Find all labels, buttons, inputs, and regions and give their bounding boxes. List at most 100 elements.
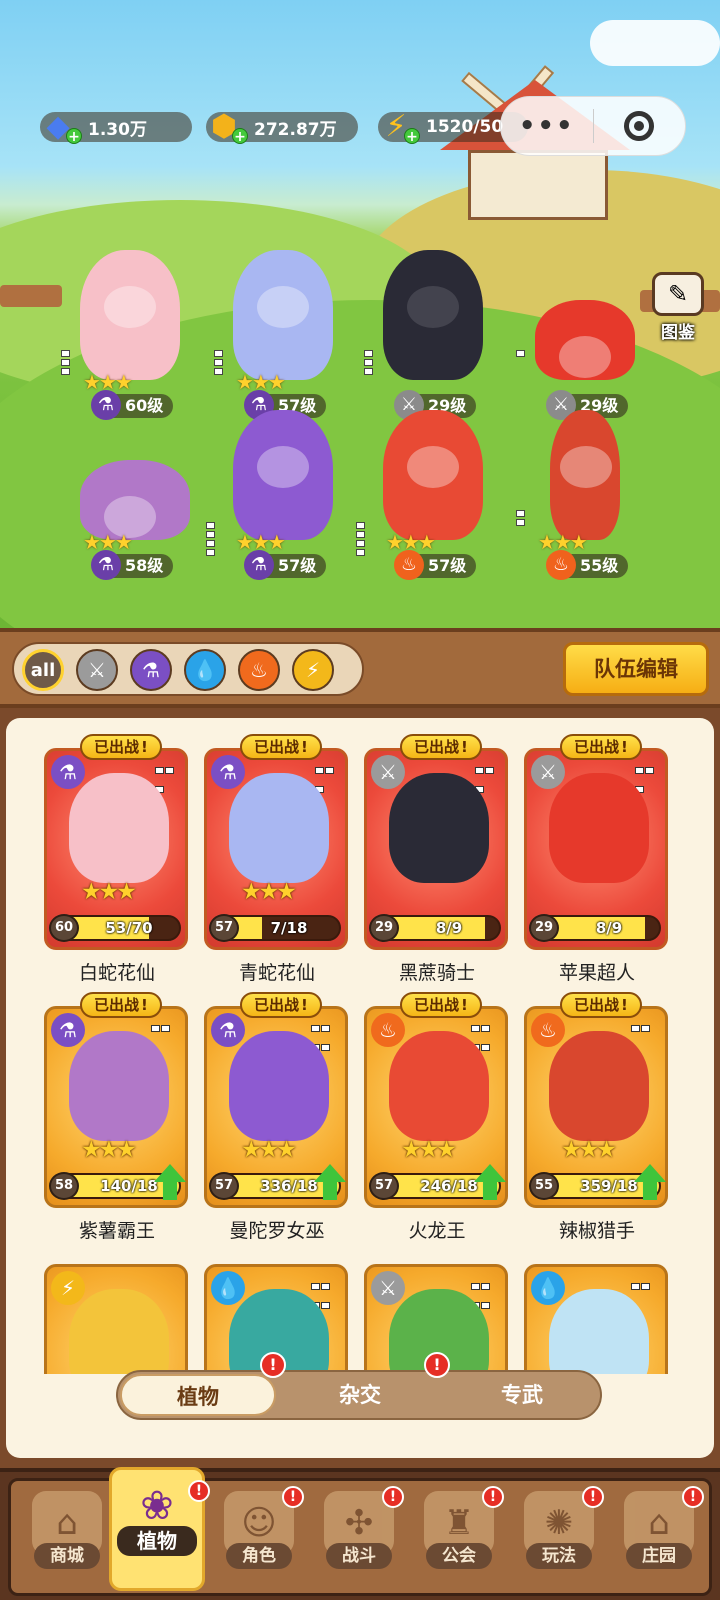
poison-flask-icon: ⚗ [91,550,121,580]
hero-level: ⚗ 58级 [91,550,174,580]
tab-hybrid[interactable]: 杂交 [282,1374,438,1416]
filter-sword-icon[interactable]: ⚔ [76,649,118,691]
gold-counter[interactable]: ⬢ + 272.87万 [206,109,358,145]
card-stars: ★★★ [81,879,137,905]
hero-apple-superman [535,300,635,380]
deployed-badge: 已出战 [560,992,642,1018]
add-gold-icon[interactable]: + [232,128,248,145]
alert-icon: ! [188,1480,210,1502]
deployed-badge: 已出战 [80,992,162,1018]
nav-label: 战斗 [326,1543,392,1569]
card-panel-inner: 已出战 ⚗ ★★★ 60 53/70 白蛇花仙 已出战 ⚗ ★★★ 57 7/1… [6,718,714,1458]
card-name: 青蛇花仙 [238,962,315,984]
plant-portrait [69,1031,169,1141]
tab-plants[interactable]: 植物 [120,1374,276,1416]
plant-card[interactable]: 💧 [524,1264,668,1374]
hero-chili-hunter [550,410,620,540]
card-panel: 已出战 ⚗ ★★★ 60 53/70 白蛇花仙 已出战 ⚗ ★★★ 57 7/1… [0,708,720,1468]
team-hero[interactable]: ⚔ 29级 [364,250,498,420]
book-icon: ✎ [652,272,704,316]
card-level: 57 [209,1172,239,1200]
card-name: 黑蔗骑士 [398,962,475,984]
nav-shop[interactable]: ⌂ 商城 [19,1487,115,1587]
plant-card-grid[interactable]: 已出战 ⚗ ★★★ 60 53/70 白蛇花仙 已出战 ⚗ ★★★ 57 7/1… [6,734,714,1374]
fence [0,285,62,307]
hero-purple-potato [80,460,190,540]
add-gems-icon[interactable]: + [66,128,82,145]
bottom-nav: ⌂ 商城 ❀ 植物 ☺ 角色 ✣ 战斗 ♜ 公会 ✺ 玩法 ⌂ 庄园 [0,1467,720,1600]
lightning-icon: ⚡ [51,1271,85,1305]
water-drop-icon: 💧 [531,1271,565,1305]
filter-bar: all ⚔ ⚗ 💧 ♨ ⚡ 队伍编辑 [0,628,720,708]
filter-water-icon[interactable]: 💧 [184,649,226,691]
plant-card[interactable]: ⚗ ★★★ 60 53/70 [44,748,188,950]
plant-portrait [69,773,169,883]
position-marker [61,350,71,380]
team-hero[interactable]: ★★★ ⚗ 58级 [65,410,195,580]
hero-black-knight [383,250,483,380]
deployed-badge: 已出战 [560,734,642,760]
plant-portrait [229,773,329,883]
card-stars: ★★★ [401,1137,457,1163]
card-stars: ★★★ [81,1137,137,1163]
alert-icon: ! [482,1486,504,1508]
plant-card[interactable]: ⚡ [44,1264,188,1374]
energy-value: 1520/50 [426,117,504,137]
plant-portrait [389,773,489,883]
plant-portrait [69,1289,169,1374]
fire-icon: ♨ [531,1013,565,1047]
card-name: 曼陀罗女巫 [229,1220,325,1242]
hero-level: ♨ 57级 [394,550,477,580]
alert-icon: ! [682,1486,704,1508]
add-energy-icon[interactable]: + [404,128,420,145]
fire-icon: ♨ [371,1013,405,1047]
team-hero[interactable]: ★★★ ♨ 55级 [516,410,650,580]
gold-value: 272.87万 [254,119,337,140]
target-icon [624,111,655,141]
filter-lightning-icon[interactable]: ⚡ [292,649,334,691]
card-level: 60 [49,914,79,942]
card-name: 苹果超人 [558,962,635,984]
deployed-badge: 已出战 [240,734,322,760]
filter-poison-icon[interactable]: ⚗ [130,649,172,691]
poison-flask-icon: ⚗ [211,755,245,789]
nav-label: 玩法 [526,1543,592,1569]
alert-icon: ! [282,1486,304,1508]
plant-card[interactable]: ⚗ ★★★ 57 7/18 [204,748,348,950]
hero-fire-dragon-king [383,410,483,540]
sword-icon: ⚔ [371,755,405,789]
poison-flask-icon: ⚗ [244,550,274,580]
card-name: 火龙王 [408,1220,466,1242]
hero-datura-witch [233,410,333,540]
plant-card[interactable]: ⚔ 29 8/9 [364,748,508,950]
poison-flask-icon: ⚗ [51,755,85,789]
close-miniprogram-button[interactable] [594,111,686,141]
plant-portrait [229,1031,329,1141]
nav-label: 商城 [34,1543,100,1569]
deployed-badge: 已出战 [400,992,482,1018]
plant-portrait [389,1031,489,1141]
more-button[interactable]: ••• [501,111,593,141]
card-name: 辣椒猎手 [558,1220,635,1242]
tab-exclusive-weapon[interactable]: 专武 [444,1374,600,1416]
gallery-button[interactable]: ✎ 图鉴 [648,272,708,343]
filter-all[interactable]: all [22,649,64,691]
plant-card[interactable]: ⚔ 29 8/9 [524,748,668,950]
water-drop-icon: 💧 [211,1271,245,1305]
sword-icon: ⚔ [371,1271,405,1305]
element-filters: all ⚔ ⚗ 💧 ♨ ⚡ [12,642,364,696]
filter-fire-icon[interactable]: ♨ [238,649,280,691]
team-hero[interactable]: ★★★ ⚗ 60级 [61,250,195,420]
team-hero[interactable]: ★★★ ♨ 57级 [356,410,498,580]
team-hero[interactable]: ★★★ ⚗ 57级 [214,250,348,420]
alert-icon: ! [424,1352,450,1378]
position-marker [364,350,374,380]
team-hero[interactable]: ⚔ 29级 [516,250,650,420]
card-level: 58 [49,1172,79,1200]
hero-level: ♨ 55级 [546,550,629,580]
position-marker [516,510,526,540]
team-edit-button[interactable]: 队伍编辑 [563,642,709,696]
gems-counter[interactable]: ◆ + 1.30万 [40,109,192,145]
team-hero[interactable]: ★★★ ⚗ 57级 [206,410,348,580]
miniprogram-capsule: ••• [500,96,686,156]
